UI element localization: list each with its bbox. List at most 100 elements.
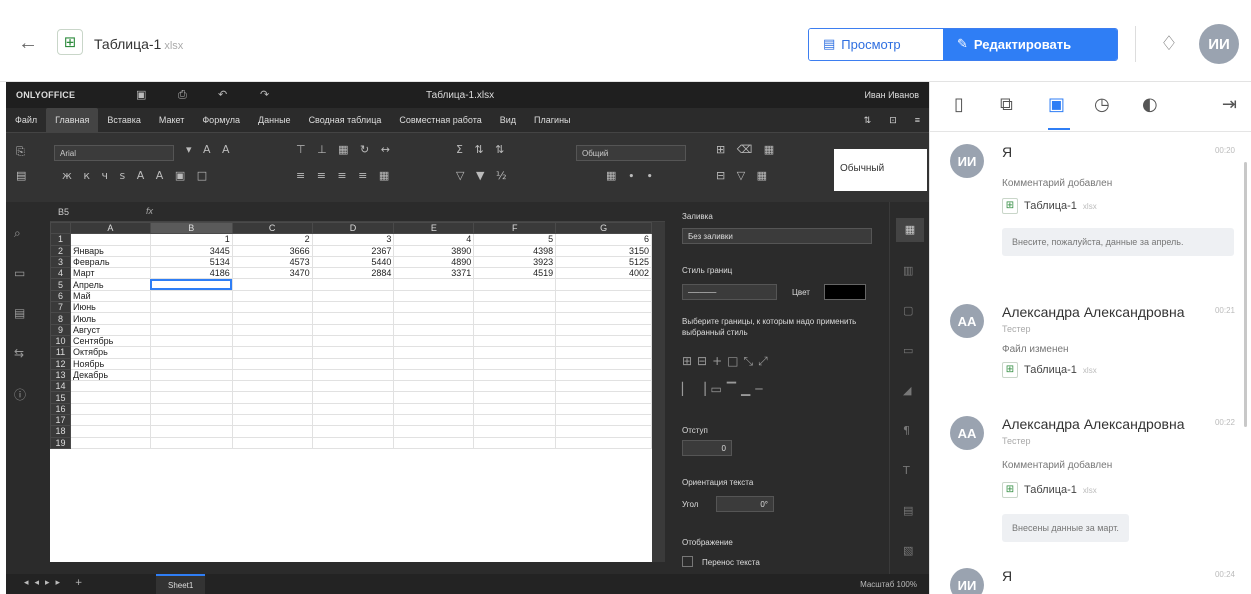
row-header[interactable]: 10 <box>50 334 71 348</box>
column-header[interactable]: C <box>231 222 313 235</box>
paste-icon[interactable]: ▤ <box>16 169 30 182</box>
wrap-text-checkbox[interactable] <box>682 556 693 567</box>
grid-cell[interactable] <box>231 391 313 404</box>
grid-cell[interactable] <box>311 301 395 314</box>
grid-cell[interactable] <box>311 357 395 370</box>
row-header[interactable]: 13 <box>50 368 71 382</box>
grid-cell[interactable] <box>149 391 233 404</box>
grid-cell[interactable]: Май <box>69 289 151 303</box>
grid-cell[interactable] <box>69 233 151 246</box>
versions-icon[interactable]: ⧉ <box>1000 94 1013 115</box>
paragraph-icons[interactable]: ≡ ≡ ≡ ≡ ▦ <box>296 169 393 182</box>
grid-cell[interactable]: 5 <box>473 233 557 246</box>
menu-tab[interactable]: Данные <box>249 115 300 125</box>
grid-cell[interactable] <box>473 334 557 348</box>
grid-cell[interactable] <box>473 380 557 393</box>
grid-cell[interactable] <box>69 414 151 427</box>
grid-cell[interactable]: 4002 <box>555 267 652 280</box>
grid-cell[interactable] <box>473 357 557 370</box>
textart-settings-icon[interactable]: T <box>903 464 910 477</box>
zoom-level[interactable]: Масштаб 100% <box>860 580 917 589</box>
menu-tab[interactable]: Сводная таблица <box>300 115 391 125</box>
grid-cell[interactable] <box>473 312 557 325</box>
cell-settings-icon[interactable]: ▦ <box>896 218 924 242</box>
grid-cell[interactable]: 5125 <box>555 255 652 269</box>
row-header[interactable]: 11 <box>50 346 71 359</box>
fill-select[interactable]: Без заливки <box>682 228 872 244</box>
sort-az-icon[interactable]: ⇅ <box>855 115 881 126</box>
comment-file-link[interactable]: ⊞ Таблица-1 xlsx <box>1002 362 1097 378</box>
cell-reference[interactable]: B5 <box>58 207 69 217</box>
grid-cell[interactable] <box>555 380 652 393</box>
grid-cell[interactable]: 2367 <box>311 244 395 257</box>
grid-cell[interactable] <box>69 425 151 438</box>
grid-cell[interactable]: 4573 <box>231 255 313 269</box>
number-icons[interactable]: ▦ ∙ ∙ <box>606 169 657 182</box>
grid-cell[interactable] <box>149 346 233 359</box>
comment-file-link[interactable]: ⊞ Таблица-1 xlsx <box>1002 482 1097 498</box>
redo-icon[interactable]: ↷ <box>260 88 269 101</box>
grid-cell[interactable]: 3371 <box>393 267 475 280</box>
grid-cell[interactable] <box>393 278 475 291</box>
grid-cell[interactable]: 3666 <box>231 244 313 257</box>
column-header[interactable]: F <box>473 222 557 235</box>
text-format-icons[interactable]: ж к ч s A A ▣ □ <box>62 169 211 182</box>
print-icon[interactable]: ⎙ <box>178 88 187 102</box>
border-sides-icons[interactable]: ▏▕▭▔▁─ <box>682 382 767 396</box>
grid-cell[interactable]: 5440 <box>311 255 395 269</box>
grid-cell[interactable] <box>231 402 313 416</box>
grid-cell[interactable] <box>473 391 557 404</box>
grid-cell[interactable] <box>555 391 652 404</box>
grid-cell[interactable]: 3 <box>311 233 395 246</box>
back-arrow-icon[interactable]: ← <box>18 32 38 55</box>
grid-cell[interactable]: Октябрь <box>69 346 151 359</box>
grid-cell[interactable] <box>69 402 151 416</box>
shape-settings-icon[interactable]: ▭ <box>903 344 913 357</box>
menu-tab[interactable]: Вид <box>491 115 525 125</box>
text-settings-icon[interactable]: ¶ <box>903 424 910 437</box>
grid-cell[interactable] <box>69 391 151 404</box>
grid-cell[interactable] <box>69 436 151 449</box>
grid-cell[interactable] <box>149 357 233 370</box>
grid-cell[interactable] <box>231 425 313 438</box>
grid-cell[interactable] <box>231 357 313 370</box>
search-icon[interactable]: ⌕ <box>14 226 21 241</box>
row-header[interactable]: 5 <box>50 278 71 291</box>
grid-cell[interactable] <box>473 402 557 416</box>
grid-cell[interactable] <box>311 436 395 449</box>
grid-cell[interactable] <box>149 425 233 438</box>
row-header[interactable]: 2 <box>50 244 71 257</box>
grid-cell[interactable] <box>149 334 233 348</box>
grid-cell[interactable] <box>231 368 313 382</box>
grid-cell[interactable] <box>555 301 652 314</box>
grid-cell[interactable] <box>231 380 313 393</box>
grid-cell[interactable] <box>555 289 652 303</box>
indent-input[interactable]: 0 <box>682 440 732 456</box>
view-mode-button[interactable]: ▤ Просмотр <box>809 29 943 60</box>
grid-cell[interactable] <box>149 289 233 303</box>
align-icons[interactable]: ⊤ ⊥ ▦ ↻ ↔ <box>296 143 394 156</box>
undo-icon[interactable]: ↶ <box>218 88 227 101</box>
row-header[interactable]: 19 <box>50 436 71 449</box>
grid-cell[interactable] <box>311 346 395 359</box>
image-settings-icon[interactable]: ▢ <box>903 304 913 317</box>
row-header[interactable]: 7 <box>50 301 71 314</box>
row-header[interactable]: 9 <box>50 323 71 336</box>
menu-tab[interactable]: Макет <box>150 115 193 125</box>
menu-tab-active[interactable]: Главная <box>46 108 99 132</box>
grid-vertical-scrollbar[interactable] <box>652 222 665 562</box>
plugins-icon[interactable]: ⇆ <box>14 346 24 360</box>
grid-cell[interactable] <box>393 391 475 404</box>
row-header[interactable]: 14 <box>50 380 71 393</box>
row-header[interactable]: 16 <box>50 402 71 416</box>
grid-cell[interactable] <box>231 278 313 291</box>
grid-cell[interactable]: 4519 <box>473 267 557 280</box>
edit-mode-button[interactable]: ✎ Редактировать <box>943 29 1117 60</box>
grid-cell[interactable] <box>231 346 313 359</box>
grid-cell[interactable] <box>555 368 652 382</box>
grid-cell[interactable] <box>473 301 557 314</box>
chart-settings-icon[interactable]: ◢ <box>903 384 911 397</box>
grid-cell[interactable]: 6 <box>555 233 652 246</box>
clock-icon[interactable]: ◷ <box>1094 94 1110 115</box>
grid-cell[interactable] <box>311 368 395 382</box>
